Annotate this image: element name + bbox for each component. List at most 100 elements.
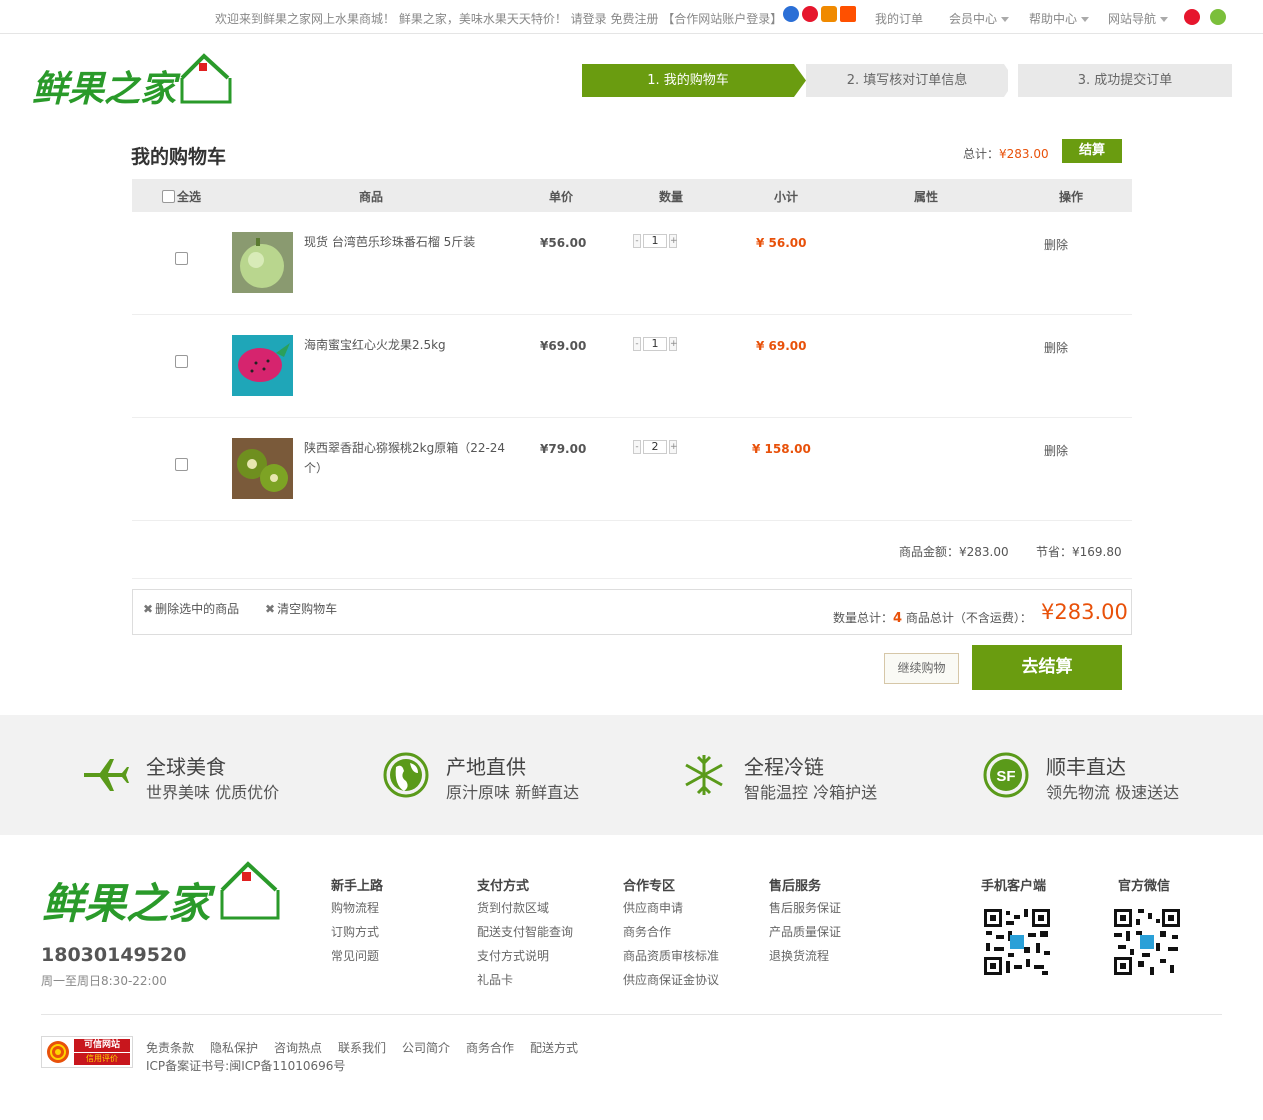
weibo-icon[interactable] [802,6,818,22]
footer-divider [41,1014,1222,1015]
quantity-input[interactable]: 1 [643,337,667,351]
step-3-label: 3. 成功提交订单 [1077,73,1173,88]
product-image-dragonfruit[interactable] [232,335,293,396]
badge-seal-icon [47,1041,69,1063]
taobao-icon[interactable] [840,6,856,22]
footer-link[interactable]: 配送支付智能查询 [477,923,573,940]
continue-shopping-button[interactable]: 继续购物 [884,653,959,684]
footer-bottom-link[interactable]: 隐私保护 [210,1039,258,1056]
footer-col-title: 合作专区 [623,879,676,894]
footer-link[interactable]: 订购方式 [331,923,379,940]
delete-link[interactable]: 删除 [1044,442,1068,459]
chevron-down-icon [1081,17,1090,22]
globe-icon [383,752,429,798]
wechat-icon[interactable] [1210,9,1226,25]
footer-link[interactable]: 常见问题 [331,947,379,964]
footer-link[interactable]: 售后服务保证 [769,899,841,916]
unit-price: ¥56.00 [540,236,587,250]
product-image-guava[interactable] [232,232,293,293]
quantity-stepper: -2 + [633,440,678,454]
help-center-label: 帮助中心 [1029,12,1078,26]
decrease-button[interactable]: - [633,440,641,454]
product-name[interactable]: 现货 台湾芭乐珍珠番石榴 5斤装 [304,232,475,252]
footer-link[interactable]: 礼品卡 [477,971,513,988]
icp-text: ICP备案证书号:闽ICP备11010696号 [146,1059,346,1073]
footer-link[interactable]: 供应商申请 [623,899,683,916]
item-subtotal: ¥ 56.00 [756,236,807,250]
footer-bottom-link[interactable]: 免责条款 [146,1039,194,1056]
site-logo[interactable]: 鲜果之家 [32,48,237,110]
service-hours: 周一至周日8:30-22:00 [41,974,167,988]
step-fill-order: 2. 填写核对订单信息 [806,64,1008,97]
go-checkout-button[interactable]: 去结算 [972,645,1122,690]
chevron-down-icon [1160,17,1169,22]
qq-icon[interactable] [783,6,799,22]
footer-bottom-link[interactable]: 联系我们 [338,1039,386,1056]
product-name[interactable]: 海南蜜宝红心火龙果2.5kg [304,335,446,355]
item-checkbox[interactable] [175,252,188,265]
unit-price: ¥79.00 [540,442,587,456]
member-center-menu[interactable]: 会员中心 [949,10,1010,27]
header-quantity: 数量 [659,190,684,204]
trusted-site-badge[interactable]: 可信网站 信用评价 [41,1036,133,1068]
footer-bottom-link[interactable]: 咨询热点 [274,1039,322,1056]
quantity-input[interactable]: 2 [643,440,667,454]
cart-table-header: 全选 商品 单价 数量 小计 属性 操作 [132,179,1132,212]
site-nav-menu[interactable]: 网站导航 [1108,10,1169,27]
airplane-icon [84,759,129,791]
quantity-input[interactable]: 1 [643,234,667,248]
header-action: 操作 [1059,190,1084,204]
footer-bottom-link[interactable]: 商务合作 [466,1039,514,1056]
decrease-button[interactable]: - [633,234,641,248]
alipay-icon[interactable] [821,6,837,22]
header-select-all: 全选 [177,190,202,204]
footer-link[interactable]: 退换货流程 [769,947,829,964]
footer-link[interactable]: 供应商保证金协议 [623,971,719,988]
select-all-checkbox[interactable] [162,190,175,203]
increase-button[interactable]: + [669,337,678,351]
increase-button[interactable]: + [669,440,678,454]
footer-col-title: 新手上路 [331,879,384,894]
delete-link[interactable]: 删除 [1044,236,1068,253]
footer-link[interactable]: 支付方式说明 [477,947,549,964]
footer-logo[interactable]: 鲜果之家 [42,858,287,928]
item-subtotal: ¥ 69.00 [756,339,807,353]
help-center-menu[interactable]: 帮助中心 [1029,10,1090,27]
product-image-kiwi[interactable] [232,438,293,499]
item-checkbox[interactable] [175,458,188,471]
member-center-label: 会员中心 [949,12,998,26]
divider [132,417,1132,418]
footer-link[interactable]: 货到付款区域 [477,899,549,916]
item-checkbox[interactable] [175,355,188,368]
wechat-qr-code [1112,907,1182,977]
footer-bottom-link[interactable]: 配送方式 [530,1039,578,1056]
qty-total-label: 数量总计： [833,611,894,625]
site-nav-label: 网站导航 [1108,12,1157,26]
item-subtotal: ¥ 158.00 [752,442,811,456]
delete-selected-button[interactable]: ✖ 删除选中的商品 [143,600,239,617]
my-orders-link[interactable]: 我的订单 [875,10,923,27]
product-name[interactable]: 陕西翠香甜心猕猴桃2kg原箱（22-24个） [304,438,509,478]
grand-total: ¥283.00 [1041,600,1128,624]
step-cart: 1. 我的购物车 [582,64,794,97]
increase-button[interactable]: + [669,234,678,248]
checkout-button-small[interactable]: 结算 [1062,139,1122,163]
feature-title: 全球美食 [146,755,226,779]
weibo-share-icon[interactable] [1184,9,1200,25]
header-subtotal: 小计 [774,190,799,204]
saved-amount: 节省：¥169.80 [1036,545,1122,559]
snowflake-icon [685,755,723,795]
footer-bottom-link[interactable]: 公司简介 [402,1039,450,1056]
footer-link[interactable]: 商品资质审核标准 [623,947,719,964]
footer-link[interactable]: 购物流程 [331,899,379,916]
footer-col-title: 售后服务 [769,879,822,894]
clear-cart-button[interactable]: ✖ 清空购物车 [265,600,337,617]
delete-link[interactable]: 删除 [1044,339,1068,356]
footer-link[interactable]: 商务合作 [623,923,671,940]
svg-text:SF: SF [996,768,1015,785]
decrease-button[interactable]: - [633,337,641,351]
footer-link[interactable]: 产品质量保证 [769,923,841,940]
header-product: 商品 [359,190,384,204]
step-submit-order: 3. 成功提交订单 [1018,64,1232,97]
goods-amount: 商品金额：¥283.00 [899,545,1009,559]
